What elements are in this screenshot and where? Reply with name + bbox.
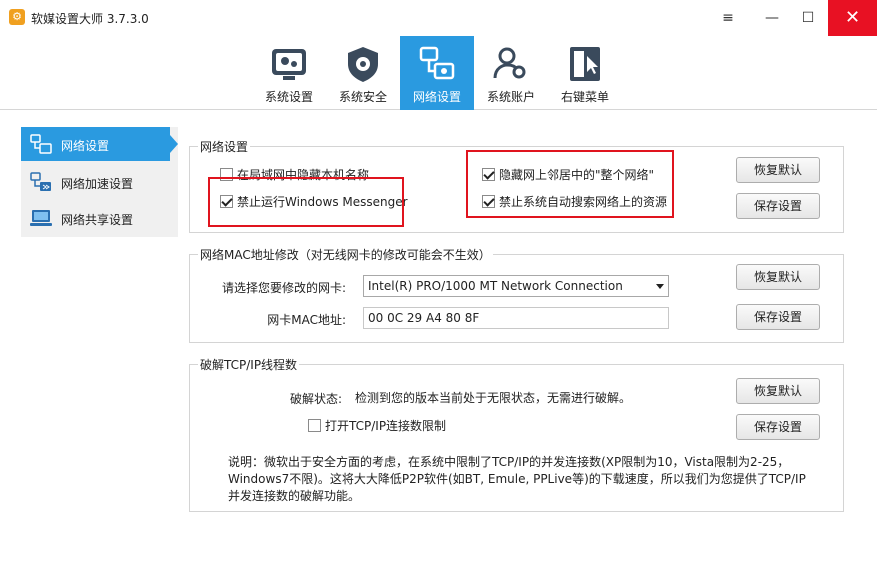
menu-icon[interactable]: ≡ [713,4,743,32]
checkbox-box[interactable] [482,168,495,181]
sidebar-item-label: 网络加速设置 [61,177,134,191]
tab-system-accounts[interactable]: 系统账户 [474,36,548,110]
tcpip-group: 破解TCP/IP线程数 破解状态: 检测到您的版本当前处于无限状态，无需进行破解… [189,356,844,512]
network-share-icon [30,210,52,226]
adapter-value: Intel(R) PRO/1000 MT Network Connection [368,279,623,293]
mac-address-input[interactable]: 00 0C 29 A4 80 8F [363,307,669,329]
adapter-select[interactable]: Intel(R) PRO/1000 MT Network Connection [363,275,669,297]
checkbox-label: 禁止运行Windows Messenger [237,195,408,209]
sidebar-item-label: 网络共享设置 [61,213,134,227]
hide-in-lan-checkbox[interactable]: 在局域网中隐藏本机名称 [220,166,369,183]
group-title: 网络设置 [198,138,251,155]
shield-icon [348,47,378,82]
tab-network-settings[interactable]: 网络设置 [400,36,474,110]
checkbox-box[interactable] [482,195,495,208]
sidebar-item-network-settings[interactable]: 网络设置 [21,127,178,161]
tab-context-menu[interactable]: 右键菜单 [548,36,622,110]
tab-label: 系统账户 [486,90,535,104]
context-menu-icon [570,47,600,81]
mac-address-group: 网络MAC地址修改（对无线网卡的修改可能会不生效） 请选择您要修改的网卡: In… [189,246,844,343]
disable-messenger-checkbox[interactable]: 禁止运行Windows Messenger [220,193,408,210]
save-settings-button[interactable]: 保存设置 [736,414,820,440]
crack-status-label: 破解状态: [289,392,342,406]
title-bar: ⚙ 软媒设置大师 3.7.3.0 ≡ — ☐ ✕ [0,0,877,36]
sidebar-item-network-share[interactable]: 网络共享设置 [21,201,178,235]
hide-entire-network-checkbox[interactable]: 隐藏网上邻居中的"整个网络" [482,166,654,183]
users-icon [493,47,526,79]
restore-default-button[interactable]: 恢复默认 [736,264,820,290]
save-settings-button[interactable]: 保存设置 [736,304,820,330]
tab-label: 右键菜单 [560,90,609,104]
sidebar: 网络设置 网络加速设置 网络共享设置 [21,127,178,237]
save-settings-button[interactable]: 保存设置 [736,193,820,219]
tab-system-security[interactable]: 系统安全 [326,36,400,110]
system-settings-icon [272,49,306,80]
restore-default-button[interactable]: 恢复默认 [736,157,820,183]
sidebar-item-network-speed[interactable]: 网络加速设置 [21,165,178,199]
app-title: 软媒设置大师 3.7.3.0 [31,12,149,26]
app-logo-icon: ⚙ [9,9,25,25]
tab-system-settings[interactable]: 系统设置 [252,36,326,110]
checkbox-label: 隐藏网上邻居中的"整个网络" [499,168,655,182]
restore-default-button[interactable]: 恢复默认 [736,378,820,404]
minimize-button[interactable]: — [757,4,787,32]
network-settings-icon [30,134,52,154]
checkbox-label: 打开TCP/IP连接数限制 [325,419,447,433]
checkbox-label: 在局域网中隐藏本机名称 [237,168,370,182]
network-speed-icon [30,172,51,191]
sidebar-item-label: 网络设置 [61,139,110,153]
close-button[interactable]: ✕ [828,0,877,36]
disable-auto-search-checkbox[interactable]: 禁止系统自动搜索网络上的资源 [482,193,667,210]
network-settings-group: 网络设置 在局域网中隐藏本机名称 禁止运行Windows Messenger 隐… [189,138,844,233]
group-title: 网络MAC地址修改（对无线网卡的修改可能会不生效） [198,246,493,263]
group-title: 破解TCP/IP线程数 [198,356,300,373]
mac-address-label: 网卡MAC地址: [267,313,346,327]
active-indicator [170,135,178,153]
adapter-label: 请选择您要修改的网卡: [221,281,346,295]
checkbox-label: 禁止系统自动搜索网络上的资源 [499,195,668,209]
note-text: 并发连接数的破解功能。 [228,489,361,503]
tab-label: 系统设置 [264,90,313,104]
tab-label: 系统安全 [338,90,387,104]
checkbox-box[interactable] [220,168,233,181]
checkbox-box[interactable] [220,195,233,208]
main-toolbar: 系统设置 系统安全 网络设置 系统账户 右键菜单 [0,36,877,110]
dropdown-arrow-icon[interactable] [656,284,664,289]
note-text: 说明：微软出于安全方面的考虑，在系统中限制了TCP/IP的并发连接数(XP限制为… [228,455,790,469]
tab-label: 网络设置 [412,90,461,104]
note-text: Windows7不限)。这将大大降低P2P软件(如BT, Emule, PPLi… [228,472,806,486]
checkbox-box[interactable] [308,419,321,432]
maximize-button[interactable]: ☐ [793,4,823,32]
open-tcp-limit-checkbox[interactable]: 打开TCP/IP连接数限制 [308,417,446,434]
crack-status-text: 检测到您的版本当前处于无限状态，无需进行破解。 [355,391,632,405]
network-icon [419,46,455,80]
